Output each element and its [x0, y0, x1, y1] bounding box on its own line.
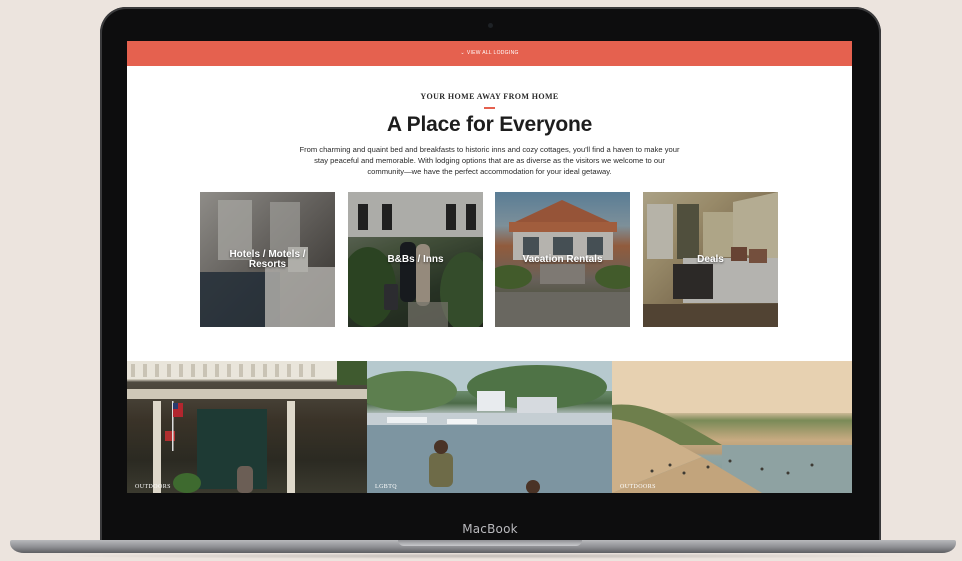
lodging-category-cards: Hotels / Motels / Resorts B&Bs / Inns Va… [200, 192, 778, 328]
camera-icon [488, 23, 493, 28]
card-vacation-rentals[interactable]: Vacation Rentals [495, 192, 630, 327]
photo-tile-beach[interactable]: OUTDOORS [612, 361, 852, 493]
section-eyebrow: YOUR HOME AWAY FROM HOME [420, 92, 559, 101]
laptop-opening-notch [398, 540, 582, 546]
accent-divider [484, 107, 495, 109]
card-label: Deals [697, 253, 724, 265]
photo-tile-row: OUTDOORS LGBTQ OUTDOORS [127, 361, 852, 493]
browser-viewport: ⌄ VIEW ALL LODGING YOUR HOME AWAY FROM HO… [127, 41, 852, 493]
card-hotels-motels-resorts[interactable]: Hotels / Motels / Resorts [200, 192, 335, 327]
photo-tile-storefront[interactable]: OUTDOORS [127, 361, 367, 493]
marina-photo [367, 361, 612, 493]
beach-photo [612, 361, 852, 493]
view-all-lodging-bar[interactable]: ⌄ VIEW ALL LODGING [127, 41, 852, 66]
photo-tag: OUTDOORS [620, 484, 656, 490]
card-label: Hotels / Motels / Resorts [229, 248, 306, 270]
card-bbs-inns[interactable]: B&Bs / Inns [348, 192, 483, 327]
card-label: Vacation Rentals [522, 253, 603, 265]
photo-tag: OUTDOORS [135, 484, 171, 490]
view-all-lodging-label: VIEW ALL LODGING [466, 50, 519, 56]
card-deals[interactable]: Deals [643, 192, 778, 327]
storefront-photo [127, 361, 367, 493]
device-brand-label: MacBook [462, 522, 518, 536]
page-title: A Place for Everyone [386, 113, 593, 136]
intro-paragraph: From charming and quaint bed and breakfa… [299, 145, 680, 176]
laptop-shadow [40, 553, 926, 559]
photo-tag: LGBTQ [375, 484, 397, 490]
card-label: B&Bs / Inns [387, 253, 444, 265]
chevron-down-icon: ⌄ [460, 50, 465, 56]
photo-tile-marina[interactable]: LGBTQ [367, 361, 612, 493]
